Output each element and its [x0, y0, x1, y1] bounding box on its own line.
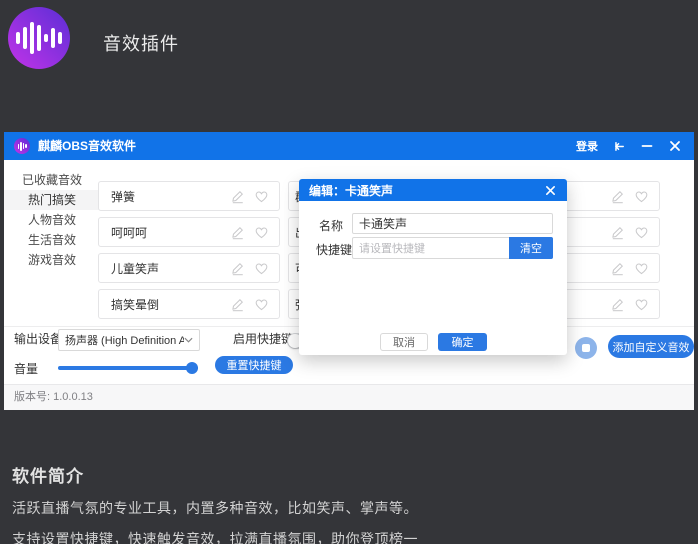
minimize-icon[interactable]	[640, 139, 654, 153]
version-label: 版本号: 1.0.0.13	[14, 391, 93, 403]
edit-sound-modal: 编辑：卡通笑声 名称 快捷键 清空 取消 确定	[299, 179, 567, 355]
app-header: 音效插件	[0, 0, 698, 132]
sidebar-item-game[interactable]: 游戏音效	[4, 250, 100, 270]
heart-icon[interactable]	[634, 225, 649, 240]
name-label: 名称	[319, 217, 343, 234]
heart-icon[interactable]	[634, 297, 649, 312]
sound-card[interactable]: 搞笑晕倒	[98, 289, 280, 319]
software-intro: 软件简介 活跃直播气氛的专业工具，内置多种音效，比如笑声、掌声等。 支持设置快捷…	[12, 462, 682, 544]
sound-card[interactable]: 弹簧	[98, 181, 280, 211]
heart-icon[interactable]	[634, 189, 649, 204]
enable-hotkey-label: 启用快捷键	[233, 330, 293, 347]
sidebar-item-life[interactable]: 生活音效	[4, 230, 100, 250]
reset-hotkey-button[interactable]: 重置快捷键	[215, 356, 293, 374]
heart-icon[interactable]	[254, 297, 269, 312]
confirm-button[interactable]: 确定	[438, 333, 487, 351]
page-title: 音效插件	[103, 30, 179, 56]
edit-icon[interactable]	[230, 225, 245, 240]
sidebar-item-favorites[interactable]: 已收藏音效	[4, 170, 100, 190]
sound-name: 呵呵呵	[99, 224, 230, 241]
sidebar-item-hot-funny[interactable]: 热门搞笑	[4, 190, 100, 210]
app-logo-icon	[8, 7, 70, 69]
chevron-down-icon	[184, 337, 193, 343]
sidebar-item-character[interactable]: 人物音效	[4, 210, 100, 230]
clear-hotkey-button[interactable]: 清空	[509, 237, 553, 259]
volume-label: 音量	[14, 360, 38, 377]
sound-name: 弹簧	[99, 188, 230, 205]
name-field[interactable]	[352, 213, 553, 234]
sound-name: 儿童笑声	[99, 260, 230, 277]
output-device-value: 扬声器 (High Definition Aud	[65, 332, 184, 348]
hotkey-label: 快捷键	[316, 241, 352, 258]
output-device-select[interactable]: 扬声器 (High Definition Aud	[58, 329, 200, 351]
output-device-label: 输出设备	[14, 330, 62, 347]
edit-icon[interactable]	[610, 261, 625, 276]
hide-to-tray-icon[interactable]	[612, 139, 626, 153]
close-icon[interactable]	[668, 139, 682, 153]
category-sidebar: 已收藏音效 热门搞笑 人物音效 生活音效 游戏音效	[4, 170, 100, 270]
sound-column-1: 弹簧 呵呵呵 儿童笑声 搞笑晕倒	[98, 181, 280, 319]
sound-card[interactable]: 儿童笑声	[98, 253, 280, 283]
stop-button[interactable]	[575, 337, 597, 359]
edit-icon[interactable]	[610, 189, 625, 204]
sound-card[interactable]: 呵呵呵	[98, 217, 280, 247]
edit-icon[interactable]	[610, 297, 625, 312]
window-titlebar: 麒麟OBS音效软件 登录	[4, 132, 694, 160]
sound-name: 搞笑晕倒	[99, 296, 230, 313]
heart-icon[interactable]	[634, 261, 649, 276]
intro-line-1: 活跃直播气氛的专业工具，内置多种音效，比如笑声、掌声等。	[12, 498, 682, 518]
volume-slider[interactable]	[58, 358, 198, 378]
edit-icon[interactable]	[230, 189, 245, 204]
window-logo-icon	[14, 138, 30, 154]
cancel-button[interactable]: 取消	[380, 333, 428, 351]
stop-icon	[582, 344, 590, 352]
version-bar: 版本号: 1.0.0.13	[4, 384, 694, 410]
add-custom-sound-button[interactable]: 添加自定义音效	[608, 335, 694, 358]
heart-icon[interactable]	[254, 261, 269, 276]
modal-header: 编辑：卡通笑声	[299, 179, 567, 201]
window-title: 麒麟OBS音效软件	[38, 132, 136, 160]
modal-close-icon[interactable]	[543, 183, 557, 197]
heart-icon[interactable]	[254, 225, 269, 240]
edit-icon[interactable]	[230, 297, 245, 312]
intro-line-2: 支持设置快捷键，快速触发音效，拉满直播氛围，助你登顶榜一	[12, 529, 682, 544]
edit-icon[interactable]	[230, 261, 245, 276]
modal-title: 编辑：卡通笑声	[309, 182, 543, 199]
login-button[interactable]: 登录	[576, 138, 598, 154]
slider-track	[58, 366, 198, 370]
edit-icon[interactable]	[610, 225, 625, 240]
heart-icon[interactable]	[254, 189, 269, 204]
slider-knob[interactable]	[186, 362, 198, 374]
intro-heading: 软件简介	[12, 462, 682, 487]
